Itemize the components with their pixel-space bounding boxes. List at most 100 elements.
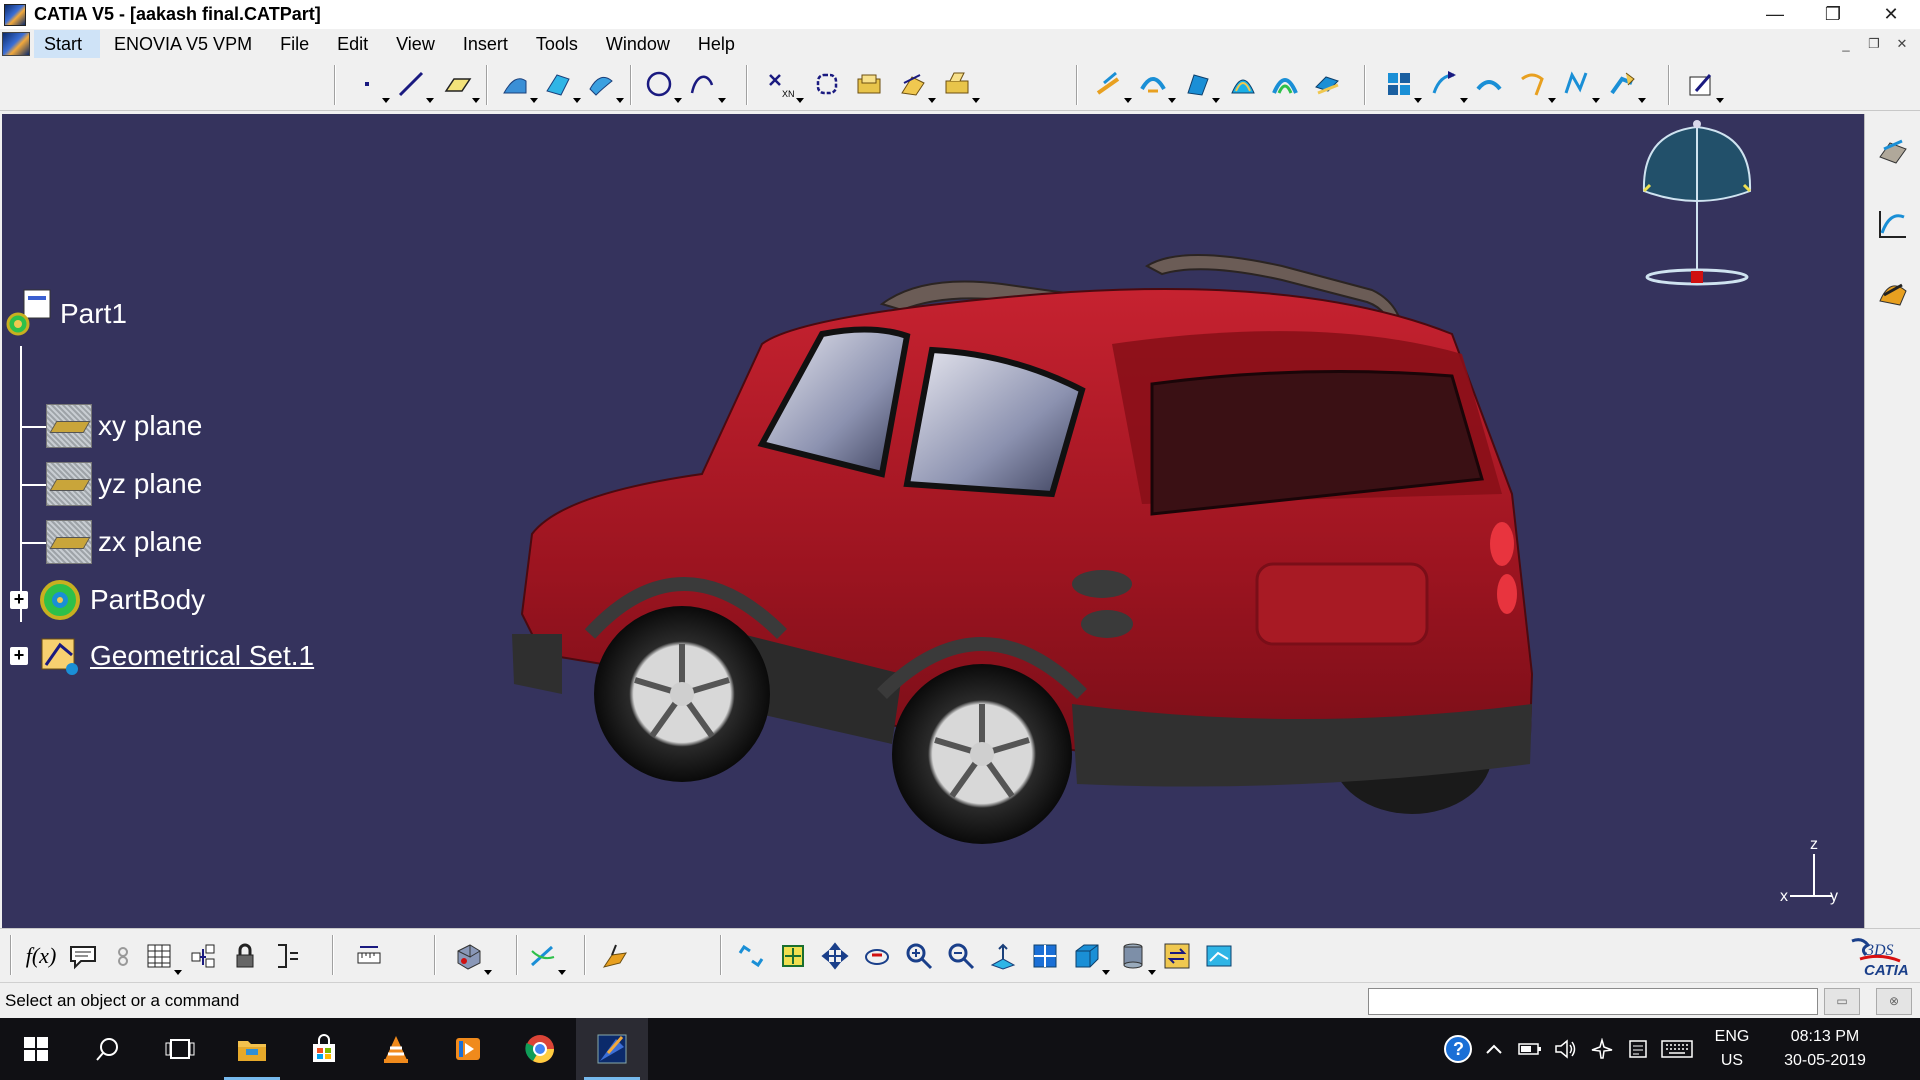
affinity-icon[interactable] bbox=[1606, 67, 1646, 103]
boundary-icon[interactable] bbox=[810, 67, 844, 101]
tree-node-yz-plane[interactable]: yz plane bbox=[46, 460, 202, 508]
trim-icon[interactable] bbox=[940, 67, 980, 103]
fit-all-icon[interactable] bbox=[734, 939, 768, 973]
notes-icon[interactable] bbox=[1620, 1038, 1656, 1060]
command-history-button[interactable]: ▭ bbox=[1824, 988, 1860, 1015]
tree-node-partbody[interactable]: + PartBody bbox=[10, 576, 205, 624]
comment-icon[interactable] bbox=[66, 939, 100, 973]
point-icon[interactable] bbox=[350, 67, 390, 103]
revolve-surface-icon[interactable] bbox=[541, 67, 581, 103]
volume-icon[interactable] bbox=[1548, 1039, 1584, 1059]
material-icon[interactable] bbox=[452, 939, 492, 975]
plane-icon[interactable] bbox=[440, 67, 480, 103]
sketch-tools-icon[interactable] bbox=[1875, 134, 1911, 170]
search-icon[interactable] bbox=[72, 1018, 144, 1080]
zoom-out-icon[interactable] bbox=[902, 939, 936, 973]
menu-view[interactable]: View bbox=[382, 30, 449, 58]
fill-icon[interactable] bbox=[1268, 67, 1302, 101]
sweep-icon[interactable] bbox=[584, 67, 624, 103]
vlc-icon[interactable] bbox=[360, 1018, 432, 1080]
menu-help[interactable]: Help bbox=[684, 30, 749, 58]
help-icon[interactable]: ? bbox=[1440, 1034, 1476, 1064]
language-indicator[interactable]: ENG US bbox=[1698, 1025, 1766, 1073]
doc-close-button[interactable]: ✕ bbox=[1890, 33, 1914, 55]
extract-icon[interactable] bbox=[1092, 67, 1132, 103]
tree-node-zx-plane[interactable]: zx plane bbox=[46, 518, 202, 566]
constraint-icon[interactable] bbox=[106, 939, 140, 973]
generative-shape-icon[interactable] bbox=[1875, 274, 1911, 310]
file-explorer-icon[interactable] bbox=[216, 1018, 288, 1080]
catia-app-icon[interactable] bbox=[4, 3, 26, 26]
hide-show-icon[interactable] bbox=[1116, 939, 1156, 975]
clock[interactable]: 08:13 PM 30-05-2019 bbox=[1766, 1025, 1884, 1073]
multi-view-icon[interactable] bbox=[986, 939, 1020, 973]
spline-icon[interactable] bbox=[686, 67, 726, 103]
keyboard-icon[interactable] bbox=[1656, 1040, 1698, 1058]
expand-icon[interactable]: + bbox=[10, 646, 28, 665]
restore-button[interactable]: ❐ bbox=[1804, 0, 1862, 29]
normal-view-icon[interactable] bbox=[944, 939, 978, 973]
tree-node-part1[interactable]: Part1 bbox=[4, 289, 127, 338]
law-icon[interactable] bbox=[1875, 206, 1911, 242]
tree-node-geometrical-set[interactable]: + Geometrical Set.1 bbox=[10, 632, 314, 680]
task-view-icon[interactable] bbox=[144, 1018, 216, 1080]
translate-icon[interactable] bbox=[1428, 67, 1468, 103]
start-menu-icon[interactable] bbox=[2, 32, 30, 56]
sweep-surface-icon[interactable] bbox=[1180, 67, 1220, 103]
chrome-icon[interactable] bbox=[504, 1018, 576, 1080]
parameter-icon[interactable] bbox=[270, 939, 304, 973]
menu-insert[interactable]: Insert bbox=[449, 30, 522, 58]
media-player-icon[interactable] bbox=[432, 1018, 504, 1080]
circle-icon[interactable] bbox=[642, 67, 682, 103]
doc-minimize-button[interactable]: _ bbox=[1834, 33, 1858, 55]
formula-icon[interactable]: f(x) bbox=[24, 939, 58, 973]
axis-system-icon[interactable] bbox=[1472, 67, 1506, 101]
menu-file[interactable]: File bbox=[266, 30, 323, 58]
menu-window[interactable]: Window bbox=[592, 30, 684, 58]
minimize-button[interactable]: — bbox=[1746, 0, 1804, 29]
3d-viewport[interactable]: Part1 xy plane yz plane zx plane + PartB… bbox=[2, 114, 1864, 928]
command-stop-button[interactable]: ⊗ bbox=[1876, 988, 1912, 1015]
iso-view-icon[interactable] bbox=[1028, 939, 1062, 973]
extrude-surface-icon[interactable] bbox=[498, 67, 538, 103]
chevron-up-icon[interactable] bbox=[1476, 1043, 1512, 1055]
compass-widget[interactable] bbox=[1632, 119, 1762, 294]
table-icon[interactable] bbox=[142, 939, 182, 975]
shading-icon[interactable] bbox=[1070, 939, 1110, 975]
zoom-in-icon[interactable] bbox=[860, 939, 894, 973]
intersection-icon[interactable]: XN bbox=[764, 67, 804, 103]
lock-icon[interactable] bbox=[228, 939, 262, 973]
knowledge-icon[interactable] bbox=[186, 939, 220, 973]
multi-section-icon[interactable] bbox=[1310, 67, 1344, 101]
expand-icon[interactable]: + bbox=[10, 590, 28, 609]
offset-icon[interactable] bbox=[1226, 67, 1260, 101]
doc-restore-button[interactable]: ❐ bbox=[1862, 33, 1886, 55]
catia-taskbar-icon[interactable] bbox=[576, 1018, 648, 1080]
menu-enovia[interactable]: ENOVIA V5 VPM bbox=[100, 30, 266, 58]
menu-edit[interactable]: Edit bbox=[323, 30, 382, 58]
measure-icon[interactable] bbox=[352, 939, 386, 973]
swap-visible-space-icon[interactable] bbox=[1160, 939, 1194, 973]
line-icon[interactable] bbox=[394, 67, 434, 103]
pan-icon[interactable] bbox=[776, 939, 810, 973]
join-icon[interactable] bbox=[852, 67, 886, 101]
sketcher-icon[interactable] bbox=[1684, 67, 1724, 103]
rotate-icon[interactable] bbox=[818, 939, 852, 973]
close-button[interactable]: ✕ bbox=[1862, 0, 1920, 29]
fillet-icon[interactable] bbox=[1136, 67, 1176, 103]
store-icon[interactable] bbox=[288, 1018, 360, 1080]
blend-icon[interactable] bbox=[1382, 67, 1422, 103]
apply-material-icon[interactable] bbox=[526, 939, 566, 975]
airplane-mode-icon[interactable] bbox=[1584, 1038, 1620, 1060]
command-input[interactable] bbox=[1368, 988, 1818, 1015]
scaling-icon[interactable] bbox=[1560, 67, 1600, 103]
fly-mode-icon[interactable] bbox=[1202, 939, 1236, 973]
project-icon[interactable] bbox=[1516, 67, 1556, 103]
windows-start-icon[interactable] bbox=[0, 1018, 72, 1080]
menu-start[interactable]: Start bbox=[34, 30, 101, 58]
fly-icon[interactable] bbox=[598, 939, 632, 973]
tree-node-xy-plane[interactable]: xy plane bbox=[46, 402, 202, 450]
split-icon[interactable] bbox=[896, 67, 936, 103]
menu-tools[interactable]: Tools bbox=[522, 30, 592, 58]
battery-icon[interactable] bbox=[1512, 1042, 1548, 1056]
